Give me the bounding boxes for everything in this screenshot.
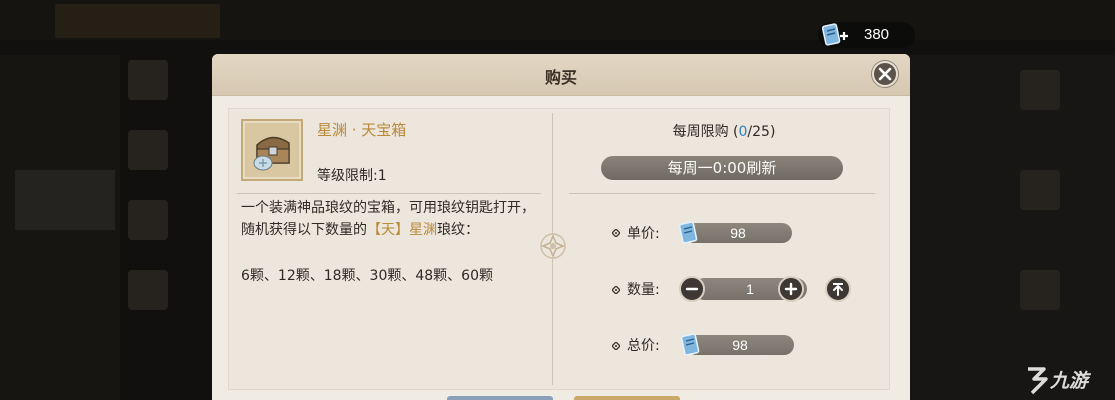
unit-price-value: 98	[684, 223, 792, 243]
close-icon	[878, 67, 892, 81]
watermark-text: 九游	[1050, 370, 1089, 392]
item-name: 星渊 · 天宝箱	[317, 121, 407, 139]
ornament-icon	[540, 233, 566, 259]
refresh-time-badge: 每周一0:00刷新	[601, 156, 843, 180]
diamond-bullet-icon	[612, 229, 620, 237]
dialog-body: 星渊 · 天宝箱 等级限制:1 一个装满神品琅纹的宝箱，可用琅纹钥匙打开，随机获…	[228, 108, 890, 390]
watermark: 九游	[1024, 364, 1112, 396]
diamond-bullet-icon	[612, 342, 620, 350]
max-arrow-icon	[833, 283, 843, 296]
scroll-ticket-plus-icon[interactable]	[820, 22, 850, 48]
item-possible-counts: 6颗、12颗、18颗、30颗、48颗、60颗	[241, 268, 493, 284]
item-description: 一个装满神品琅纹的宝箱，可用琅纹钥匙打开，随机获得以下数量的【天】星渊琅纹：	[241, 197, 541, 241]
item-level-limit: 等级限制:1	[317, 168, 387, 184]
cancel-button[interactable]	[447, 396, 553, 400]
total-price-label: 总价:	[627, 338, 660, 354]
divider	[569, 193, 875, 194]
unit-price-label: 单价:	[627, 226, 660, 242]
close-button[interactable]	[872, 61, 898, 87]
max-quantity-button[interactable]	[825, 276, 851, 302]
description-text-end: 琅纹：	[437, 222, 479, 238]
dialog-header: 购买	[212, 54, 910, 96]
treasure-chest-icon	[245, 123, 299, 177]
currency-display[interactable]: 380	[818, 22, 915, 48]
increase-quantity-button[interactable]	[778, 276, 804, 302]
total-price-value: 98	[686, 335, 794, 355]
dialog-title: 购买	[544, 68, 577, 87]
plus-icon	[784, 282, 798, 296]
diamond-bullet-icon	[612, 286, 620, 294]
divider	[237, 193, 541, 194]
weekly-limit-suffix: /25)	[747, 124, 776, 140]
item-thumbnail	[241, 119, 303, 181]
currency-amount: 380	[864, 26, 890, 43]
quantity-label: 数量:	[627, 282, 660, 298]
confirm-button[interactable]	[574, 396, 680, 400]
purchase-dialog: 购买 星渊 · 天宝箱 等级限制:1 一个装满神品琅纹的宝箱，可用琅纹钥匙打开，…	[212, 54, 910, 400]
jiuyou-logo-icon	[1028, 367, 1048, 395]
minus-icon	[685, 287, 699, 291]
weekly-limit-prefix: 每周限购 (	[672, 124, 739, 140]
scroll-ticket-icon	[678, 221, 698, 244]
decrease-quantity-button[interactable]	[679, 276, 705, 302]
scroll-ticket-icon	[680, 333, 700, 356]
description-highlight: 【天】星渊	[367, 222, 437, 238]
weekly-purchase-limit: 每周限购 (0/25)	[569, 121, 879, 141]
